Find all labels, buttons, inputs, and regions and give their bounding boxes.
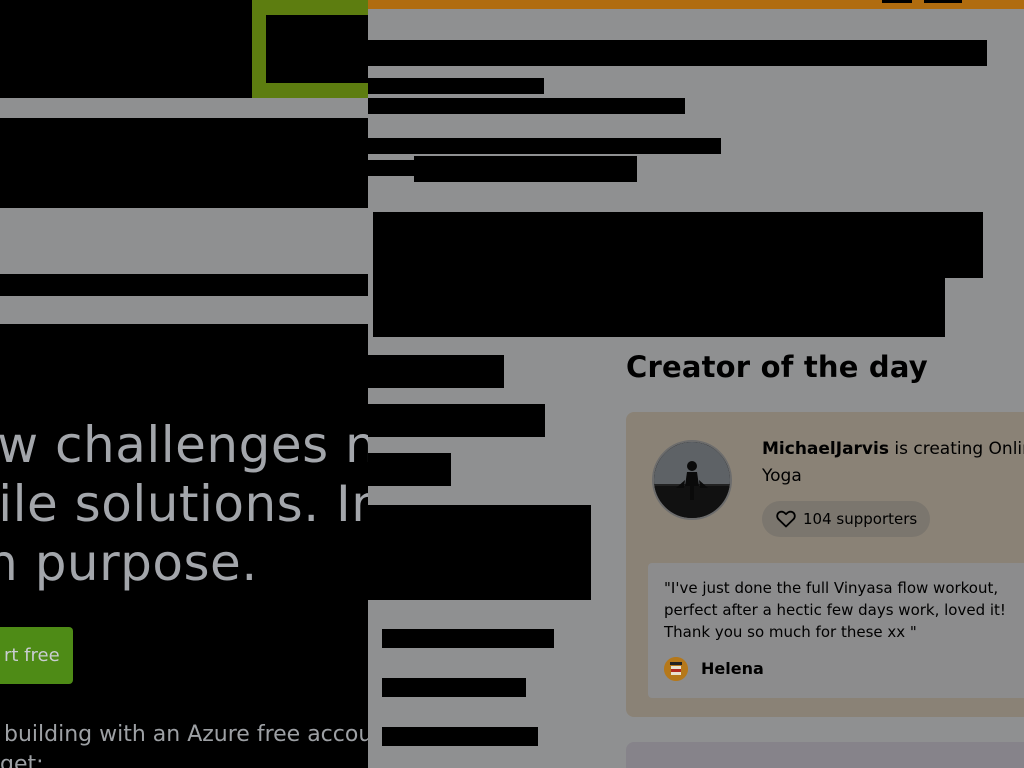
- creator-page: Creator of the day MichaelJarvis is crea…: [368, 0, 1024, 768]
- redacted-block: [382, 678, 526, 697]
- redacted-block: [368, 404, 545, 437]
- redacted-block: [382, 629, 554, 648]
- supporter-name: Helena: [701, 659, 764, 678]
- redacted-block: [368, 40, 987, 66]
- coffee-cup-icon: [664, 657, 688, 681]
- redacted-block: [368, 505, 591, 600]
- creator-avatar[interactable]: [652, 440, 732, 520]
- redacted-block: [414, 156, 637, 182]
- redacted-block: [882, 0, 912, 3]
- creator-of-the-day-heading: Creator of the day: [626, 350, 928, 384]
- testimonial-box: "I've just done the full Vinyasa flow wo…: [648, 563, 1024, 698]
- hero-line-3: th purpose.: [0, 534, 258, 592]
- testimonial-quote: "I've just done the full Vinyasa flow wo…: [664, 579, 1006, 641]
- creator-name-link[interactable]: MichaelJarvis: [762, 439, 889, 459]
- hero-line-1: ew challenges n: [0, 416, 368, 474]
- heart-icon: [776, 510, 796, 528]
- creator-card[interactable]: MichaelJarvis is creating Online Yoga 10…: [626, 412, 1024, 717]
- supporters-count: 104 supporters: [803, 510, 918, 528]
- divider-band: [0, 296, 368, 324]
- free-account-text-2: get:: [0, 752, 44, 768]
- supporters-badge[interactable]: 104 supporters: [762, 501, 930, 537]
- hero-line-2: gile solutions. In: [0, 475, 368, 533]
- next-card: [626, 742, 1024, 768]
- divider-band: [0, 98, 368, 118]
- supporter-avatar: [664, 657, 688, 681]
- divider-band: [0, 208, 368, 274]
- redacted-block: [368, 78, 544, 94]
- start-free-button[interactable]: rt free: [0, 627, 73, 684]
- redacted-block: [373, 278, 945, 337]
- free-account-text: building with an Azure free accoun: [4, 722, 368, 747]
- redacted-block: [368, 160, 414, 176]
- creator-description: MichaelJarvis is creating Online Yoga: [762, 436, 1024, 490]
- redacted-block: [924, 0, 962, 3]
- redacted-block: [382, 727, 538, 746]
- redacted-block: [368, 355, 504, 388]
- redacted-block: [368, 138, 721, 154]
- redacted-block: [368, 98, 685, 114]
- redacted-block: [368, 453, 451, 486]
- background-page: ew challenges n gile solutions. In th pu…: [0, 0, 368, 768]
- redacted-block: [266, 15, 368, 83]
- redacted-block: [373, 212, 983, 278]
- yoga-silhouette-icon: [654, 442, 730, 518]
